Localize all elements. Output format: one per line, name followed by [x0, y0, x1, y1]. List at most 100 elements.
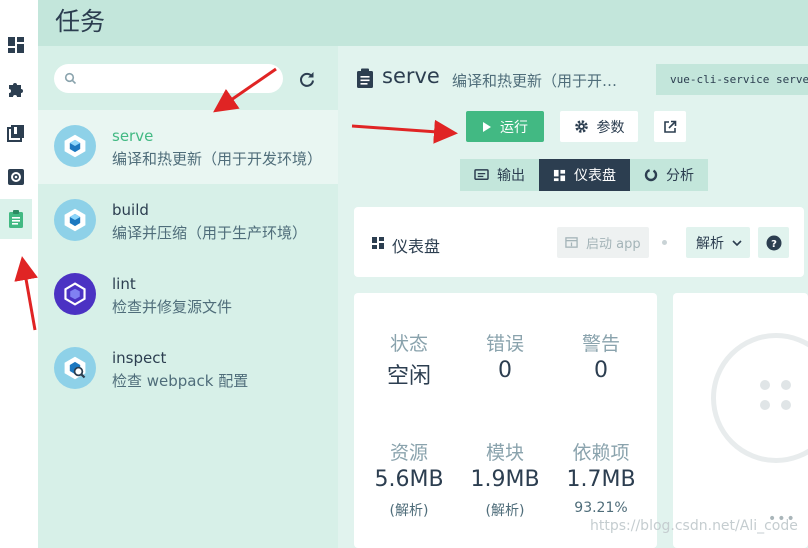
dashboard-icon	[8, 37, 24, 53]
stat-value: 0	[594, 358, 608, 383]
task-description: 检查并修复源文件	[112, 298, 233, 316]
puzzle-icon	[9, 83, 23, 97]
svg-text:?: ?	[771, 239, 777, 250]
task-title: serve	[382, 64, 440, 88]
task-item-lint[interactable]: lint 检查并修复源文件	[38, 258, 338, 332]
build-status-card: 状态 空闲 错误 0 警告 0 资源 5.6MB (解析) 模块 1.9MB (…	[354, 293, 657, 548]
params-button[interactable]: 参数	[560, 111, 638, 142]
command-box: vue-cli-service serve	[656, 64, 808, 95]
stat-value: 5.6MB	[374, 467, 444, 492]
placeholder-dot	[760, 400, 770, 410]
dashboard-icon	[372, 237, 384, 249]
page-title: 任务	[55, 7, 106, 36]
rail-dependencies[interactable]	[0, 113, 32, 153]
task-item-inspect[interactable]: inspect 检查 webpack 配置	[38, 332, 338, 406]
search-box	[54, 64, 283, 93]
tab-output[interactable]: 输出	[460, 159, 539, 191]
progress-ring	[711, 333, 808, 463]
help-button[interactable]: ?	[758, 227, 789, 258]
start-app-label: 启动 app	[586, 237, 641, 252]
donut-chart-icon	[644, 168, 658, 182]
clipboard-icon	[9, 210, 23, 228]
eslint-icon	[54, 273, 96, 315]
stat-modules: 模块 1.9MB (解析)	[457, 438, 553, 520]
stat-value: 空闲	[386, 364, 431, 389]
task-description: 编译和热更新（用于开发环境）	[112, 150, 323, 168]
stat-assets: 资源 5.6MB (解析)	[361, 438, 457, 520]
speed-stats-card: •••	[673, 293, 808, 548]
task-list-panel: serve 编译和热更新（用于开发环境） build 编译并压缩（用于生产环境）…	[38, 46, 338, 548]
params-label: 参数	[596, 119, 625, 136]
nav-rail	[0, 0, 38, 548]
play-icon	[483, 121, 491, 132]
stat-label: 依赖项	[572, 442, 630, 464]
run-button[interactable]: 运行	[466, 111, 544, 142]
webpack-inspect-icon	[54, 347, 96, 389]
stat-dependencies: 依赖项 1.7MB 93.21%	[553, 438, 649, 516]
open-external-button[interactable]	[654, 111, 686, 142]
stat-sub: (解析)	[485, 503, 525, 519]
analyze-dropdown[interactable]: 解析	[686, 227, 750, 258]
task-item-build[interactable]: build 编译并压缩（用于生产环境）	[38, 184, 338, 258]
stat-value: 1.7MB	[566, 467, 636, 492]
view-tabs: 输出 仪表盘 分析	[460, 159, 708, 191]
tab-dashboard[interactable]: 仪表盘	[539, 159, 630, 191]
library-icon	[7, 125, 24, 142]
stat-label: 警告	[581, 333, 620, 355]
open-in-new-icon	[664, 120, 677, 133]
rail-plugins[interactable]	[0, 69, 32, 109]
stat-value: 1.9MB	[470, 467, 540, 492]
search-icon	[64, 72, 77, 85]
task-description: 检查 webpack 配置	[112, 372, 249, 390]
tab-label: 仪表盘	[574, 168, 616, 184]
placeholder-dot	[781, 380, 791, 390]
rail-dashboard[interactable]	[0, 25, 32, 65]
dashboard-icon	[553, 169, 566, 181]
command-text: vue-cli-service serve	[670, 73, 808, 86]
start-app-button[interactable]: 启动 app	[557, 227, 649, 258]
placeholder-dot	[760, 380, 770, 390]
chevron-down-icon	[732, 239, 742, 246]
stat-label: 状态	[389, 333, 428, 355]
stat-sub: (解析)	[389, 503, 429, 519]
stat-label: 资源	[389, 442, 428, 464]
tab-label: 输出	[497, 168, 525, 184]
search-input[interactable]	[84, 69, 274, 89]
dashboard-title: 仪表盘	[392, 237, 441, 256]
task-description: 编译和热更新（用于开发环境）	[452, 72, 632, 90]
stat-sub: 93.21%	[574, 500, 628, 516]
stat-value: 0	[498, 358, 512, 383]
task-name: lint	[112, 275, 136, 293]
stat-errors: 错误 0	[457, 329, 553, 383]
task-name: serve	[112, 127, 154, 145]
task-description: 编译并压缩（用于生产环境）	[112, 224, 308, 242]
watermark: https://blog.csdn.net/Ali_code	[590, 518, 798, 534]
refresh-icon[interactable]	[296, 68, 318, 90]
gear-icon	[574, 120, 588, 133]
stat-warnings: 警告 0	[553, 329, 649, 383]
run-label: 运行	[500, 119, 528, 136]
analyze-label: 解析	[696, 235, 724, 252]
task-name: inspect	[112, 349, 167, 367]
task-item-serve[interactable]: serve 编译和热更新（用于开发环境）	[38, 110, 338, 184]
open-in-browser-icon	[565, 237, 578, 248]
help-icon: ?	[766, 235, 781, 250]
stat-label: 错误	[485, 333, 524, 355]
webpack-icon	[54, 125, 96, 167]
clipboard-icon	[357, 68, 373, 88]
task-name: build	[112, 201, 149, 219]
rail-configuration[interactable]	[0, 157, 32, 197]
tab-label: 分析	[666, 168, 694, 184]
tab-analyzer[interactable]: 分析	[630, 159, 708, 191]
stat-label: 模块	[485, 442, 524, 464]
stat-status: 状态 空闲	[361, 329, 457, 390]
webpack-icon	[54, 199, 96, 241]
terminal-icon	[474, 168, 489, 180]
separator-dot	[662, 240, 667, 245]
page-header: 任务	[38, 0, 808, 46]
task-detail-panel: serve 编译和热更新（用于开发环境） vue-cli-service ser…	[338, 46, 808, 548]
placeholder-dot	[781, 400, 791, 410]
dashboard-toolbar-card: 仪表盘 启动 app 解析 ?	[354, 207, 804, 277]
gear-icon	[8, 169, 24, 185]
rail-tasks[interactable]	[0, 199, 32, 239]
